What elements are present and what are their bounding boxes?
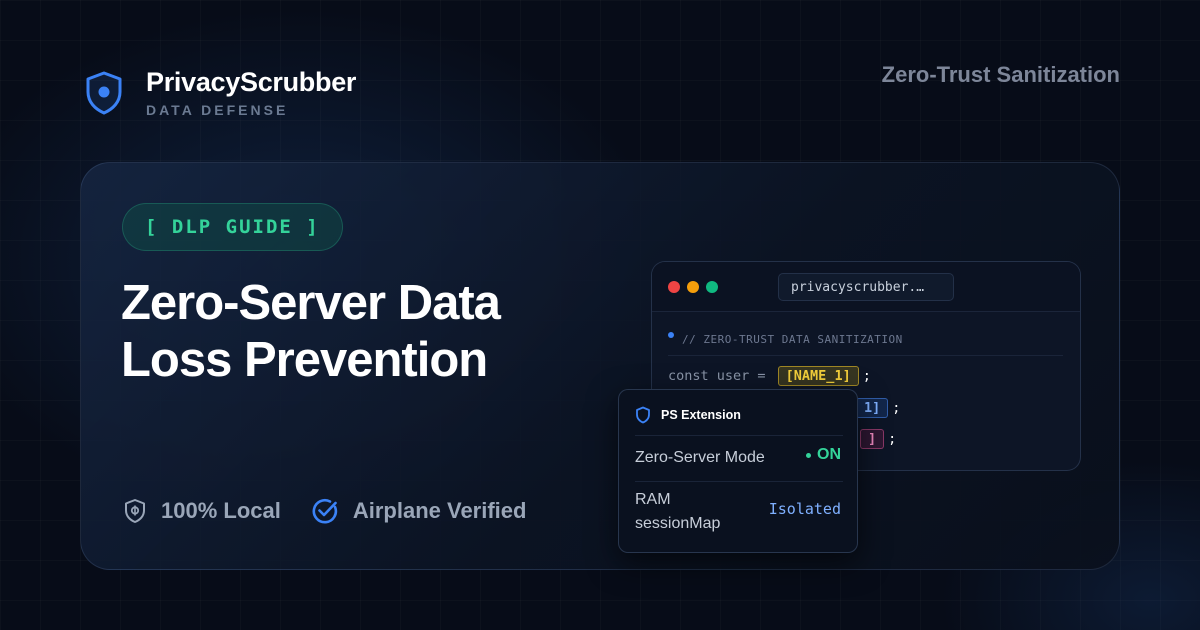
- brand-subtitle: DATA DEFENSE: [146, 102, 289, 118]
- headline-line-1: Zero-Server Data: [121, 276, 501, 330]
- shield-lock-icon: [125, 499, 145, 523]
- shield-icon: [636, 406, 650, 424]
- code-line-3: ] ;: [856, 429, 896, 449]
- code-line-1: const user = [NAME_1] ;: [668, 366, 871, 386]
- zero-server-mode-toggle[interactable]: ON: [806, 446, 841, 464]
- minimize-dot[interactable]: [687, 281, 699, 293]
- close-dot[interactable]: [668, 281, 680, 293]
- status-led-icon: [806, 452, 811, 458]
- feature-airplane: Airplane Verified: [311, 497, 527, 525]
- code-text: const user =: [668, 368, 774, 384]
- brand[interactable]: PrivacyScrubber DATA DEFENSE: [84, 66, 356, 118]
- ram-sessionmap-value: Isolated: [768, 500, 841, 518]
- code-line-2: 1] ;: [852, 398, 900, 418]
- code-header: // ZERO-TRUST DATA SANITIZATION: [668, 324, 1063, 356]
- check-circle-icon: [312, 498, 337, 524]
- hero-card: [ DLP GUIDE ] Zero-Server Data Loss Prev…: [80, 162, 1120, 570]
- redaction-token-name: [NAME_1]: [777, 366, 859, 386]
- redaction-token-blue: 1]: [856, 398, 889, 418]
- feature-local: 100% Local: [123, 498, 281, 524]
- ram-label-line-2: sessionMap: [635, 515, 721, 532]
- ram-label-line-1: RAM: [635, 491, 671, 508]
- shield-logo-icon: [86, 71, 122, 115]
- zero-server-mode-label: Zero-Server Mode: [635, 449, 765, 466]
- popup-header: PS Extension: [635, 406, 741, 424]
- ram-sessionmap-label: RAM sessionMap: [635, 488, 720, 536]
- popup-divider: [635, 435, 843, 436]
- browser-titlebar: privacyscrubber.…: [652, 262, 1080, 312]
- maximize-dot[interactable]: [706, 281, 718, 293]
- feature-local-label: 100% Local: [161, 498, 281, 523]
- status-dot-icon: [668, 331, 674, 338]
- code-comment: // ZERO-TRUST DATA SANITIZATION: [682, 333, 903, 346]
- redaction-token-pink: ]: [860, 429, 885, 449]
- address-bar[interactable]: privacyscrubber.…: [778, 273, 954, 301]
- category-badge: [ DLP GUIDE ]: [122, 203, 343, 251]
- feature-airplane-label: Airplane Verified: [352, 498, 527, 523]
- code-semicolon: ;: [892, 400, 901, 416]
- code-semicolon: ;: [888, 431, 897, 447]
- zero-server-mode-value: ON: [817, 446, 841, 463]
- headline: Zero-Server Data Loss Prevention: [121, 275, 641, 389]
- feature-list: 100% Local Airplane Verified: [123, 497, 526, 525]
- tagline: Zero-Trust Sanitization: [881, 62, 1120, 87]
- popup-title: PS Extension: [661, 408, 741, 422]
- code-semicolon: ;: [862, 368, 871, 384]
- headline-line-2: Loss Prevention: [121, 333, 488, 387]
- extension-popup: PS Extension Zero-Server Mode ON RAM ses…: [618, 389, 858, 553]
- brand-name: PrivacyScrubber: [146, 67, 357, 97]
- popup-divider: [635, 481, 843, 482]
